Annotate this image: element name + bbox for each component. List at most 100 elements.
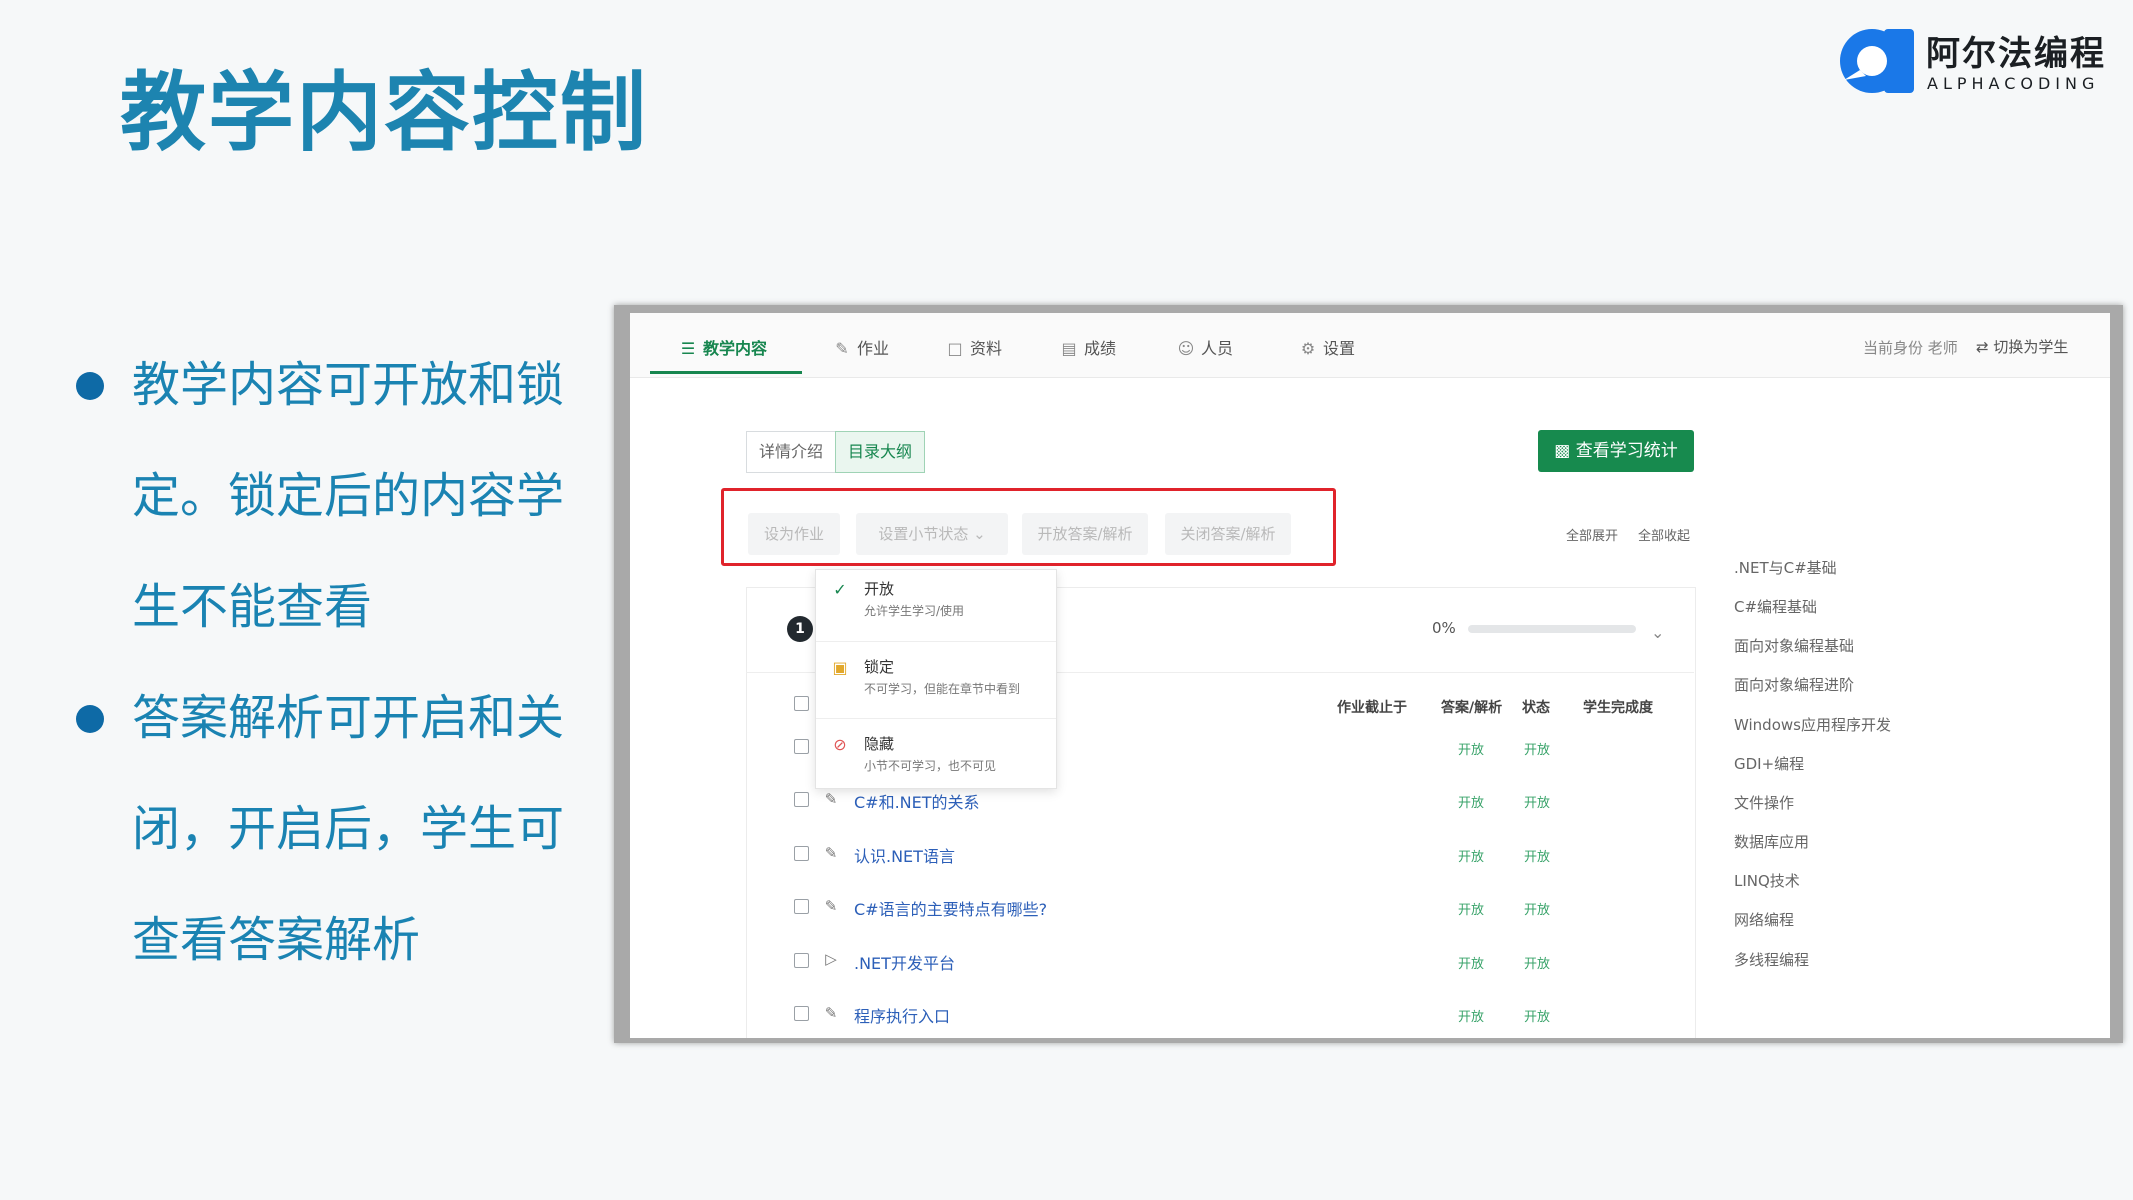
logo-mark-icon	[1840, 29, 1914, 93]
tab-teaching-content[interactable]: ☰ 教学内容	[679, 335, 767, 359]
gear-icon: ⚙	[1300, 339, 1316, 358]
bullet-item: 答案解析可开启和关 闭，开启后，学生可 查看答案解析	[72, 663, 592, 996]
pencil-icon: ✎	[824, 844, 838, 862]
section-status: 开放	[1524, 850, 1551, 865]
lesson-link[interactable]: C#语言的主要特点有哪些?	[854, 896, 1047, 920]
row-checkbox[interactable]	[794, 696, 809, 711]
bullet-dot-icon	[76, 372, 104, 400]
bullet-line: 教学内容可开放和锁	[132, 357, 565, 413]
column-header: 状态	[1522, 700, 1550, 716]
bullet-line: 答案解析可开启和关	[132, 690, 565, 746]
bullet-dot-icon	[76, 705, 104, 733]
brand-logo: 阿尔法编程 ALPHACODING	[1836, 24, 2104, 104]
segment-outline[interactable]: 目录大纲	[835, 431, 925, 473]
sidebar-item-chapter[interactable]: Windows应用程序开发	[1734, 714, 1891, 735]
set-homework-button[interactable]: 设为作业	[748, 513, 840, 555]
dropdown-label: 设置小节状态	[878, 525, 969, 543]
section-status: 开放	[1524, 743, 1551, 758]
menu-item-hide[interactable]: ⊘ 隐藏 小节不可学习，也不可见	[816, 725, 1056, 795]
people-icon: ☺	[1177, 339, 1195, 358]
chart-icon: ▩	[1554, 441, 1576, 461]
sidebar-item-chapter[interactable]: 多线程编程	[1734, 949, 1809, 970]
section-status: 开放	[1524, 1010, 1551, 1025]
tab-grades[interactable]: ▤ 成绩	[1060, 335, 1116, 359]
menu-item-desc: 小节不可学习，也不可见	[864, 759, 997, 773]
section-status: 开放	[1524, 903, 1551, 918]
eye-off-icon: ⊘	[833, 735, 847, 754]
expand-all-link[interactable]: 全部展开	[1566, 525, 1618, 544]
pencil-icon: ✎	[824, 1004, 838, 1022]
column-header: 作业截止于	[1337, 700, 1407, 716]
tab-settings[interactable]: ⚙ 设置	[1299, 335, 1355, 359]
column-header: 学生完成度	[1583, 700, 1653, 716]
tab-homework[interactable]: ✎ 作业	[833, 335, 889, 359]
answer-status: 开放	[1458, 957, 1485, 972]
collapse-all-link[interactable]: 全部收起	[1638, 525, 1690, 544]
divider	[816, 641, 1056, 642]
section-status: 开放	[1524, 957, 1551, 972]
check-icon: ✓	[833, 580, 847, 599]
set-section-status-dropdown[interactable]: 设置小节状态 ⌄	[856, 513, 1008, 555]
menu-item-lock[interactable]: ▣ 锁定 不可学习，但能在章节中看到	[816, 648, 1056, 718]
row-checkbox[interactable]	[794, 739, 809, 754]
bullet-line: 闭，开启后，学生可	[132, 801, 565, 857]
view-stats-label: 查看学习统计	[1575, 441, 1678, 461]
video-icon: ▷	[825, 950, 837, 968]
bullet-line: 生不能查看	[132, 579, 373, 635]
bullet-line: 查看答案解析	[132, 912, 421, 968]
row-checkbox[interactable]	[794, 846, 809, 861]
menu-item-desc: 允许学生学习/使用	[864, 604, 965, 618]
chapter-number-badge: 1	[787, 616, 813, 642]
switch-role-label: 切换为学生	[1993, 338, 2069, 356]
sidebar-item-chapter[interactable]: 文件操作	[1734, 792, 1794, 813]
view-stats-button[interactable]: ▩ 查看学习统计	[1538, 430, 1694, 472]
section-status-menu: ✓ 开放 允许学生学习/使用 ▣ 锁定 不可学习，但能在章节中看到 ⊘ 隐藏 小…	[815, 569, 1057, 789]
row-checkbox[interactable]	[794, 953, 809, 968]
lesson-link[interactable]: 程序执行入口	[854, 1003, 950, 1027]
tab-label: 资料	[970, 339, 1003, 358]
sidebar-item-chapter[interactable]: .NET与C#基础	[1734, 557, 1837, 578]
active-tab-indicator	[650, 371, 802, 374]
sidebar-item-chapter[interactable]: 面向对象编程进阶	[1734, 674, 1854, 695]
column-header: 答案/解析	[1441, 700, 1503, 716]
answer-status: 开放	[1458, 903, 1485, 918]
logo-text-cn: 阿尔法编程	[1926, 34, 2106, 74]
sidebar-item-chapter[interactable]: C#编程基础	[1734, 596, 1817, 617]
answer-status: 开放	[1458, 796, 1485, 811]
menu-item-label: 隐藏	[864, 735, 895, 753]
sidebar-item-chapter[interactable]: GDI+编程	[1734, 753, 1804, 774]
identity-label: 当前身份 老师	[1863, 339, 1958, 357]
lesson-link[interactable]: 认识.NET语言	[854, 843, 955, 867]
chapter-progress-bar	[1468, 625, 1636, 633]
row-checkbox[interactable]	[794, 792, 809, 807]
tab-label: 人员	[1201, 339, 1234, 358]
bullet-list: 教学内容可开放和锁 定。锁定后的内容学 生不能查看 答案解析可开启和关 闭，开启…	[72, 330, 592, 996]
sidebar-item-chapter[interactable]: LINQ技术	[1734, 870, 1800, 891]
tab-label: 设置	[1323, 339, 1356, 358]
switch-icon: ⇄	[1976, 338, 1994, 356]
divider	[816, 718, 1056, 719]
tab-materials[interactable]: □ 资料	[946, 335, 1002, 359]
lesson-link[interactable]: .NET开发平台	[854, 950, 955, 974]
open-answers-button[interactable]: 开放答案/解析	[1022, 513, 1148, 555]
answer-status: 开放	[1458, 1010, 1485, 1025]
tab-label: 成绩	[1084, 339, 1117, 358]
sidebar-item-chapter[interactable]: 数据库应用	[1734, 831, 1809, 852]
answer-status: 开放	[1458, 850, 1485, 865]
sidebar-item-chapter[interactable]: 网络编程	[1734, 909, 1794, 930]
score-file-icon: ▤	[1061, 339, 1077, 358]
menu-item-desc: 不可学习，但能在章节中看到	[864, 682, 1021, 696]
chevron-down-icon: ⌄	[968, 525, 986, 543]
close-answers-button[interactable]: 关闭答案/解析	[1165, 513, 1291, 555]
chevron-down-icon[interactable]: ⌄	[1651, 623, 1664, 642]
row-checkbox[interactable]	[794, 1006, 809, 1021]
menu-item-open[interactable]: ✓ 开放 允许学生学习/使用	[816, 570, 1056, 640]
sidebar-item-chapter[interactable]: 面向对象编程基础	[1734, 635, 1854, 656]
tab-people[interactable]: ☺ 人员	[1177, 335, 1233, 359]
tab-label: 教学内容	[703, 339, 768, 358]
segment-details[interactable]: 详情介绍	[746, 431, 836, 473]
tab-label: 作业	[857, 339, 890, 358]
row-checkbox[interactable]	[794, 899, 809, 914]
logo-text-en: ALPHACODING	[1927, 74, 2100, 93]
switch-role-link[interactable]: ⇄ 切换为学生	[1976, 336, 2068, 357]
